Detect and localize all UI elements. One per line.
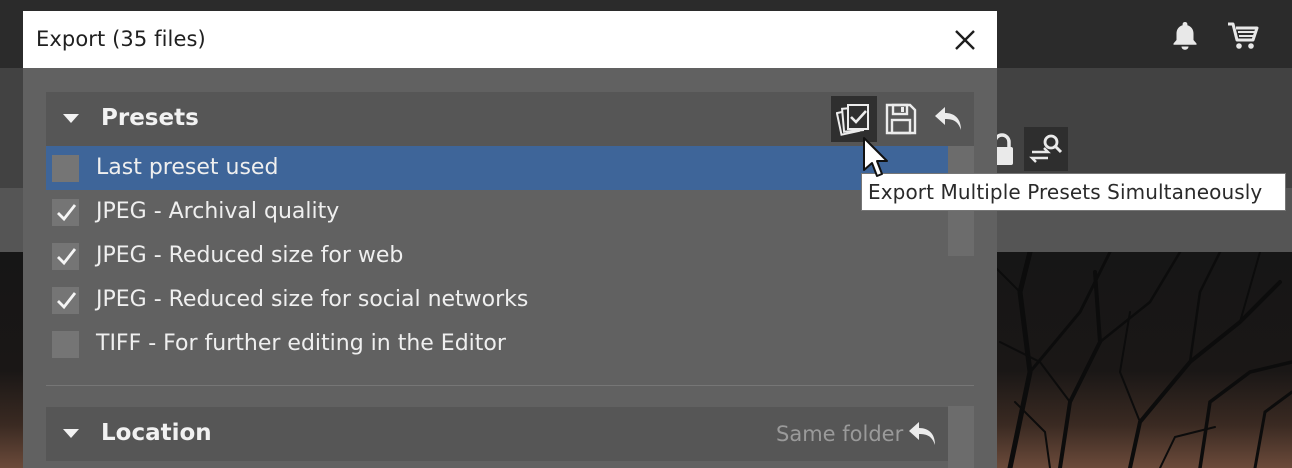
preset-row[interactable]: JPEG - Reduced size for web	[46, 234, 948, 278]
swap-search-icon[interactable]	[1024, 127, 1068, 171]
section-divider	[46, 385, 974, 386]
close-button[interactable]	[945, 21, 985, 59]
preset-checkbox[interactable]	[52, 287, 79, 314]
export-dialog: Export (35 files) Presets Last preset us…	[23, 11, 997, 468]
location-title: Location	[101, 420, 212, 446]
save-icon	[885, 103, 917, 135]
preset-label: Last preset used	[96, 155, 279, 180]
preset-label: TIFF - For further editing in the Editor	[96, 331, 506, 356]
preset-checkbox[interactable]	[52, 243, 79, 270]
preset-list: Last preset used JPEG - Archival quality…	[46, 146, 948, 366]
presets-section-header[interactable]: Presets	[46, 92, 974, 146]
checkmark-icon	[56, 291, 76, 309]
presets-title: Presets	[101, 105, 199, 131]
preset-row[interactable]: TIFF - For further editing in the Editor	[46, 322, 948, 366]
preset-row[interactable]: JPEG - Reduced size for social networks	[46, 278, 948, 322]
close-icon	[955, 30, 975, 50]
mouse-cursor-icon	[863, 137, 888, 177]
dialog-header: Export (35 files)	[23, 11, 997, 68]
preset-label: JPEG - Archival quality	[96, 199, 340, 224]
reset-location-button[interactable]	[900, 411, 946, 457]
checkmark-icon	[56, 247, 76, 265]
undo-icon	[935, 107, 961, 130]
preset-checkbox[interactable]	[52, 331, 79, 358]
location-scrollbar[interactable]	[948, 406, 974, 468]
location-value: Same folder	[776, 422, 904, 446]
undo-icon	[909, 422, 935, 445]
multi-preset-icon	[836, 104, 869, 136]
location-section-header[interactable]: Location Same folder	[46, 407, 948, 461]
preset-checkbox[interactable]	[52, 155, 79, 182]
bell-icon[interactable]	[1165, 16, 1205, 56]
collapse-caret-icon[interactable]	[63, 429, 79, 438]
preset-checkbox[interactable]	[52, 199, 79, 226]
cart-icon[interactable]	[1223, 16, 1263, 56]
checkmark-icon	[56, 203, 76, 221]
preset-row[interactable]: JPEG - Archival quality	[46, 190, 948, 234]
preset-label: JPEG - Reduced size for web	[96, 243, 404, 268]
preset-label: JPEG - Reduced size for social networks	[96, 287, 529, 312]
collapse-caret-icon[interactable]	[63, 114, 79, 123]
reset-presets-button[interactable]	[926, 96, 972, 142]
dialog-title: Export (35 files)	[36, 27, 206, 51]
tooltip: Export Multiple Presets Simultaneously	[861, 173, 1286, 211]
preset-row[interactable]: Last preset used	[46, 146, 948, 190]
